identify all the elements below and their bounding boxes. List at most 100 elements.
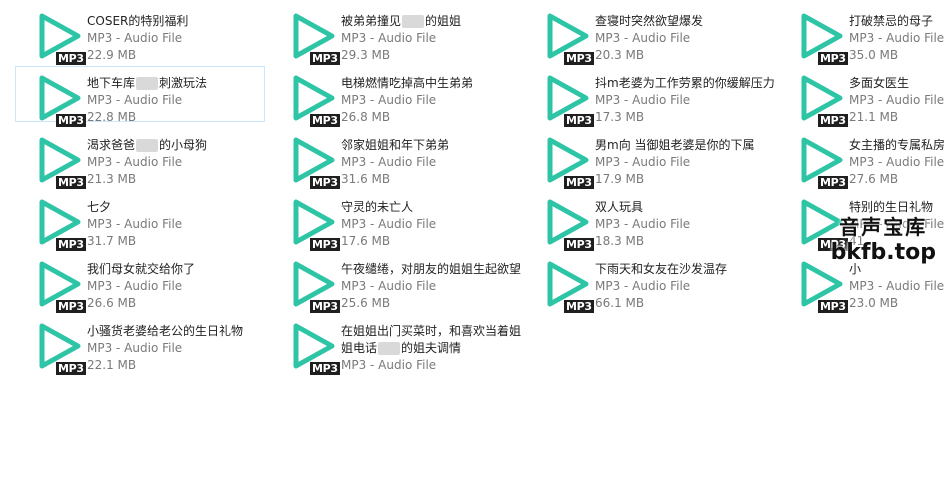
file-type: MP3 - Audio File xyxy=(87,93,183,107)
file-type: MP3 - Audio File xyxy=(595,155,691,169)
file-name: 七夕 xyxy=(87,200,112,214)
mp3-badge: MP3 xyxy=(310,52,340,65)
file-item[interactable]: MP3 渴求爸爸 的小母狗 MP3 - Audio File 21.3 MB xyxy=(15,128,265,189)
mp3-badge: MP3 xyxy=(310,362,340,375)
mp3-badge: MP3 xyxy=(56,52,86,65)
file-item[interactable]: MP3 打破禁忌的母子 MP3 - Audio File 35.0 MB xyxy=(777,4,944,65)
file-type: MP3 - Audio File xyxy=(341,358,437,372)
file-item[interactable]: MP3 地下车库 刺激玩法 MP3 - Audio File 22.8 MB xyxy=(15,66,265,127)
mp3-badge: MP3 xyxy=(310,176,340,189)
file-name: 渴求爸爸 的小母狗 xyxy=(87,138,208,152)
file-type: MP3 - Audio File xyxy=(595,93,691,107)
audio-file-icon: MP3 xyxy=(291,12,340,65)
file-size: 23.0 MB xyxy=(849,296,899,310)
mp3-badge: MP3 xyxy=(818,52,848,65)
file-type: MP3 - Audio File xyxy=(595,31,691,45)
file-name: 地下车库 刺激玩法 xyxy=(87,76,208,90)
file-size: 31.7 MB xyxy=(87,234,137,248)
file-size: 26.6 MB xyxy=(87,296,137,310)
file-item[interactable]: MP3 电梯燃情吃掉高中生弟弟 MP3 - Audio File 26.8 MB xyxy=(269,66,519,127)
audio-file-icon: MP3 xyxy=(799,74,848,127)
file-item[interactable]: MP3 被弟弟撞见 的姐姐 MP3 - Audio File 29.3 MB xyxy=(269,4,519,65)
audio-file-icon: MP3 xyxy=(545,198,594,251)
file-type: MP3 - Audio File xyxy=(87,279,183,293)
audio-file-icon: MP3 xyxy=(37,136,86,189)
file-name: 被弟弟撞见 的姐姐 xyxy=(341,14,462,28)
file-name: COSER的特别福利 xyxy=(87,14,189,28)
audio-file-icon: MP3 xyxy=(291,260,340,313)
file-size: 21.1 MB xyxy=(849,110,899,124)
mp3-badge: MP3 xyxy=(56,238,86,251)
audio-file-icon: MP3 xyxy=(291,322,340,375)
mp3-badge: MP3 xyxy=(564,52,594,65)
audio-file-icon: MP3 xyxy=(545,74,594,127)
audio-file-icon: MP3 xyxy=(545,260,594,313)
mp3-badge: MP3 xyxy=(310,114,340,127)
file-name: 电梯燃情吃掉高中生弟弟 xyxy=(341,76,474,90)
file-name: 打破禁忌的母子 xyxy=(849,14,934,28)
file-type: MP3 - Audio File xyxy=(849,93,944,107)
file-type: MP3 - Audio File xyxy=(849,279,944,293)
file-item[interactable]: MP3 守灵的未亡人 MP3 - Audio File 17.6 MB xyxy=(269,190,519,251)
file-item[interactable]: MP3 多面女医生 MP3 - Audio File 21.1 MB xyxy=(777,66,944,127)
file-item[interactable]: MP3 小骚货老婆给老公的生日礼物 MP3 - Audio File 22.1 MB xyxy=(15,314,265,375)
audio-file-icon: MP3 xyxy=(291,198,340,251)
file-size: 17.6 MB xyxy=(341,234,391,248)
audio-file-icon: MP3 xyxy=(799,260,848,313)
file-name: 女主播的专属私房 xyxy=(849,138,944,152)
file-size: 20.3 MB xyxy=(595,48,645,62)
audio-file-icon: MP3 xyxy=(37,12,86,65)
file-size: 18.3 MB xyxy=(595,234,645,248)
file-name: 抖m老婆为工作劳累的你缓解压力 xyxy=(595,76,775,90)
mp3-badge: MP3 xyxy=(56,300,86,313)
watermark: 音声宝库 bkfb.top xyxy=(831,214,936,266)
file-item[interactable]: MP3 COSER的特别福利 MP3 - Audio File 22.9 MB xyxy=(15,4,265,65)
mp3-badge: MP3 xyxy=(56,362,86,375)
audio-file-icon: MP3 xyxy=(37,322,86,375)
file-type: MP3 - Audio File xyxy=(87,31,183,45)
mp3-badge: MP3 xyxy=(564,176,594,189)
file-type: MP3 - Audio File xyxy=(849,31,944,45)
file-size: 31.6 MB xyxy=(341,172,391,186)
file-size: 22.9 MB xyxy=(87,48,137,62)
audio-file-icon: MP3 xyxy=(37,260,86,313)
file-type: MP3 - Audio File xyxy=(595,217,691,231)
mp3-badge: MP3 xyxy=(310,238,340,251)
file-size: 29.3 MB xyxy=(341,48,391,62)
redaction-blur xyxy=(378,342,401,355)
file-size: 25.6 MB xyxy=(341,296,391,310)
file-item[interactable]: MP3 在姐姐出门买菜时，和喜欢当着姐姐电话 的姐夫调情 MP3 - Audio Fi… xyxy=(269,314,521,390)
mp3-badge: MP3 xyxy=(564,114,594,127)
file-item[interactable]: MP3 抖m老婆为工作劳累的你缓解压力 MP3 - Audio File 17.3 M… xyxy=(523,66,775,127)
mp3-badge: MP3 xyxy=(56,176,86,189)
file-type: MP3 - Audio File xyxy=(341,279,437,293)
file-item[interactable]: MP3 查寝时突然欲望爆发 MP3 - Audio File 20.3 MB xyxy=(523,4,773,65)
file-type: MP3 - Audio File xyxy=(849,155,944,169)
file-type: MP3 - Audio File xyxy=(87,217,183,231)
file-name: 多面女医生 xyxy=(849,76,910,90)
file-type: MP3 - Audio File xyxy=(87,155,183,169)
file-item[interactable]: MP3 男m向 当御姐老婆是你的下属 MP3 - Audio File 17.9 MB xyxy=(523,128,773,189)
mp3-badge: MP3 xyxy=(310,300,340,313)
file-item[interactable]: MP3 女主播的专属私房 MP3 - Audio File 27.6 MB xyxy=(777,128,944,189)
redaction-blur xyxy=(136,139,159,152)
file-name: 下雨天和女友在沙发温存 xyxy=(595,262,728,276)
file-name: 查寝时突然欲望爆发 xyxy=(595,14,704,28)
file-name: 邻家姐姐和年下弟弟 xyxy=(341,138,450,152)
file-name: 小骚货老婆给老公的生日礼物 xyxy=(87,324,244,338)
file-name: 我们母女就交给你了 xyxy=(87,262,196,276)
mp3-badge: MP3 xyxy=(818,300,848,313)
mp3-badge: MP3 xyxy=(818,176,848,189)
mp3-badge: MP3 xyxy=(564,238,594,251)
audio-file-icon: MP3 xyxy=(799,136,848,189)
file-item[interactable]: MP3 下雨天和女友在沙发温存 MP3 - Audio File 66.1 MB xyxy=(523,252,773,313)
redaction-blur xyxy=(402,15,425,28)
file-item[interactable]: MP3 午夜缱绻，对朋友的姐姐生起欲望 MP3 - Audio File 25.6 M… xyxy=(269,252,521,313)
file-item[interactable]: MP3 邻家姐姐和年下弟弟 MP3 - Audio File 31.6 MB xyxy=(269,128,519,189)
file-type: MP3 - Audio File xyxy=(341,93,437,107)
file-type: MP3 - Audio File xyxy=(341,155,437,169)
file-item[interactable]: MP3 双人玩具 MP3 - Audio File 18.3 MB xyxy=(523,190,773,251)
file-item[interactable]: MP3 我们母女就交给你了 MP3 - Audio File 26.6 MB xyxy=(15,252,265,313)
file-item[interactable]: MP3 七夕 MP3 - Audio File 31.7 MB xyxy=(15,190,265,251)
file-size: 35.0 MB xyxy=(849,48,899,62)
